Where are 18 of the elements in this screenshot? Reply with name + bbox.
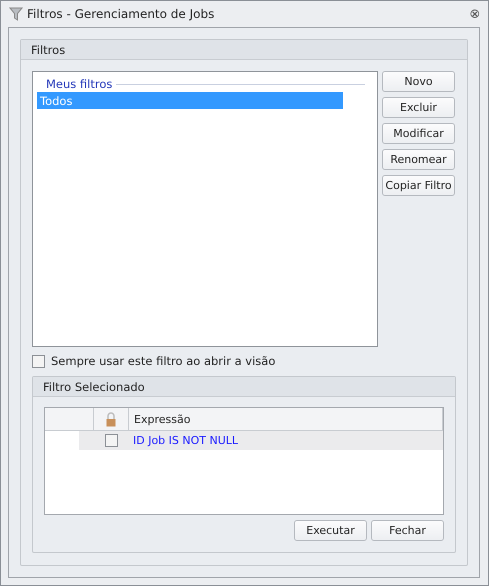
lock-checkbox[interactable]: [105, 434, 118, 447]
list-group-header: Meus filtros: [46, 77, 112, 91]
panel-header: Filtro Selecionado: [33, 377, 455, 397]
checkbox-label: Sempre usar este filtro ao abrir a visão: [51, 354, 276, 368]
filter-action-button[interactable]: Renomear: [382, 149, 455, 170]
close-button[interactable]: ⮿: [470, 7, 480, 21]
footer-button[interactable]: Executar: [294, 520, 367, 541]
panel-header: Filtros: [21, 40, 467, 60]
expression-cell: ID Job IS NOT NULL: [129, 431, 443, 450]
filter-action-button[interactable]: Excluir: [382, 97, 455, 118]
filter-action-button[interactable]: Copiar Filtro: [382, 175, 455, 196]
funnel-icon: [9, 7, 23, 21]
padlock-icon: [106, 412, 116, 426]
window-title: Filtros - Gerenciamento de Jobs: [27, 7, 216, 21]
filter-action-button[interactable]: Novo: [382, 71, 455, 92]
checkbox[interactable]: [32, 354, 45, 368]
footer-button[interactable]: Fechar: [371, 520, 444, 541]
filter-action-button[interactable]: Modificar: [382, 123, 455, 144]
